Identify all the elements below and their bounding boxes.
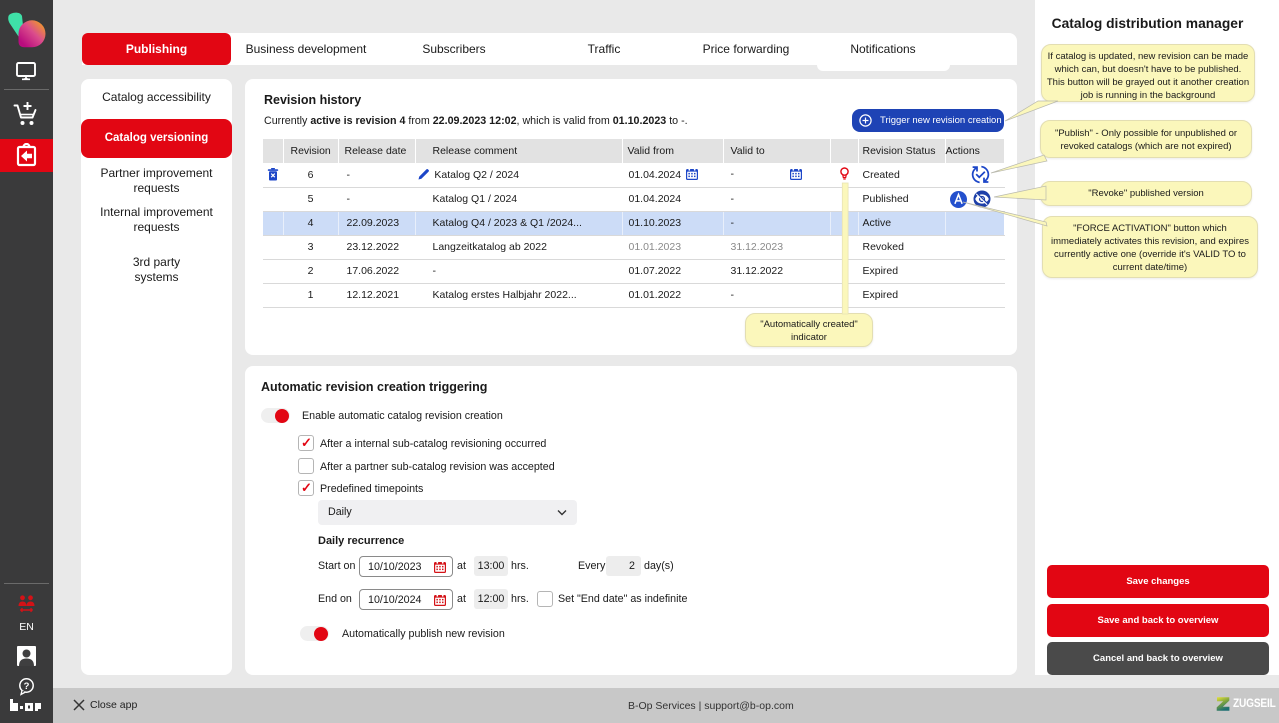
- svg-text:?: ?: [24, 681, 30, 692]
